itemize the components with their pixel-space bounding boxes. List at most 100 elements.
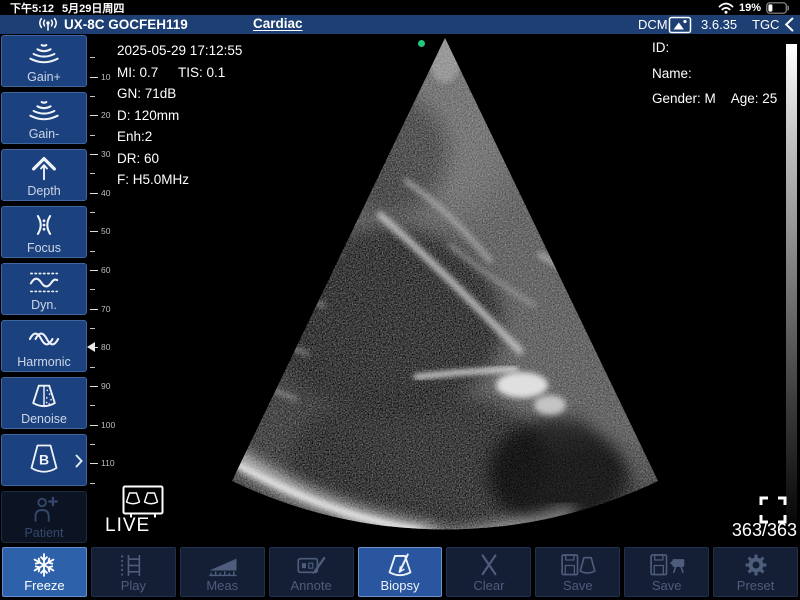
harmonic-waves-icon: [22, 323, 66, 355]
tgc-panel-toggle[interactable]: TGC: [752, 15, 794, 34]
gain-arcs-icon: [22, 95, 66, 127]
preset-tab-cardiac[interactable]: Cardiac: [253, 15, 303, 33]
depth-tick-label: 90: [101, 382, 110, 390]
ultrasound-app-screen: 下午5:12 5月29日周四 19%: [0, 0, 800, 600]
frequency-value: F: H5.0MHz: [117, 169, 242, 191]
depth-tick: [90, 386, 98, 387]
denoise-fan-icon: [22, 380, 66, 412]
preset-button[interactable]: Preset: [713, 547, 798, 597]
denoise-button[interactable]: Denoise: [1, 377, 87, 429]
depth-tick: [90, 444, 95, 445]
x-mark-icon: [469, 551, 509, 579]
depth-tick: [90, 154, 98, 155]
orientation-marker-dot: [418, 40, 425, 47]
live-status-label: LIVE: [105, 515, 150, 537]
depth-tick: [90, 425, 98, 426]
depth-tick: [90, 483, 95, 484]
play-button[interactable]: Play: [91, 547, 176, 597]
save-video-icon: [647, 551, 687, 579]
depth-tick-label: 110: [101, 459, 115, 467]
depth-tick: [90, 135, 95, 136]
acquisition-datetime: 2025-05-29 17:12:55: [117, 40, 242, 62]
save-video-button[interactable]: Save: [624, 547, 709, 597]
tis-value: TIS: 0.1: [178, 65, 225, 80]
depth-tick-label: 10: [101, 73, 110, 81]
focus-position-marker: [87, 342, 95, 352]
battery-icon: [766, 2, 790, 14]
b-mode-button[interactable]: B: [1, 434, 87, 486]
annote-button[interactable]: Annote: [269, 547, 354, 597]
depth-tick: [90, 77, 98, 78]
probe-wireless-icon: [36, 17, 60, 32]
depth-tick-label: 50: [101, 227, 110, 235]
depth-tick: [90, 251, 95, 252]
patient-button[interactable]: Patient: [1, 491, 87, 543]
clear-button[interactable]: Clear: [446, 547, 531, 597]
film-strip-icon: [113, 551, 153, 579]
app-header: UX-8C GOCFEH119 Cardiac DCM 3.6.35 TGC: [0, 15, 800, 34]
depth-tick-label: 60: [101, 266, 110, 274]
depth-tick: [90, 57, 95, 58]
depth-tick: [90, 289, 95, 290]
dynamic-range-button[interactable]: Dyn.: [1, 263, 87, 315]
gear-icon: [736, 551, 776, 579]
depth-tick-label: 40: [101, 189, 110, 197]
wifi-icon: [718, 2, 734, 14]
acquisition-info-overlay: 2025-05-29 17:12:55 MI: 0.7 TIS: 0.1 GN:…: [117, 40, 242, 191]
depth-tick: [90, 173, 95, 174]
focus-brackets-icon: [22, 209, 66, 241]
mi-value: MI: 0.7: [117, 65, 158, 80]
depth-tick: [90, 96, 95, 97]
depth-tick: [90, 328, 95, 329]
bottom-toolbar: Freeze Play: [0, 545, 800, 600]
patient-age: Age: 25: [731, 92, 778, 106]
b-mode-fan-icon: B: [22, 441, 66, 479]
depth-value: D: 120mm: [117, 105, 242, 127]
gain-plus-button[interactable]: Gain+: [1, 35, 87, 87]
depth-arrow-icon: [22, 152, 66, 184]
depth-tick-label: 100: [101, 421, 115, 429]
depth-tick-label: 30: [101, 150, 110, 158]
device-title: UX-8C GOCFEH119: [64, 15, 188, 34]
patient-gender: Gender: M: [652, 92, 716, 106]
battery-percent: 19%: [739, 2, 761, 14]
depth-tick-label: 80: [101, 343, 110, 351]
patient-id-label: ID:: [652, 41, 777, 55]
depth-tick: [90, 309, 98, 310]
b-mode-letter: B: [39, 452, 49, 468]
software-version: 3.6.35: [701, 15, 737, 34]
dcm-label[interactable]: DCM: [638, 15, 668, 34]
depth-tick: [90, 367, 95, 368]
depth-button[interactable]: Depth: [1, 149, 87, 201]
meas-button[interactable]: Meas: [180, 547, 265, 597]
note-pencil-icon: [291, 551, 331, 579]
chevron-left-icon: [784, 17, 794, 32]
dynamic-range-value: DR: 60: [117, 148, 242, 170]
status-date: 5月29日周四: [62, 0, 124, 16]
depth-tick-label: 20: [101, 111, 110, 119]
measure-ruler-icon: [202, 551, 242, 579]
dual-screen-compare-icon[interactable]: [122, 485, 164, 519]
depth-tick-label: 70: [101, 305, 110, 313]
depth-tick: [90, 463, 98, 464]
patient-name-label: Name:: [652, 67, 777, 81]
grayscale-reference-bar: [786, 44, 797, 522]
focus-button[interactable]: Focus: [1, 206, 87, 258]
save-image-button[interactable]: Save: [535, 547, 620, 597]
enhance-value: Enh:2: [117, 126, 242, 148]
biopsy-button[interactable]: Biopsy: [358, 547, 443, 597]
save-image-icon: [558, 551, 598, 579]
dcm-export-icon[interactable]: [668, 16, 693, 34]
gain-value: GN: 71dB: [117, 83, 242, 105]
gain-minus-button[interactable]: Gain-: [1, 92, 87, 144]
chevron-right-icon: [75, 454, 83, 468]
freeze-button[interactable]: Freeze: [2, 547, 87, 597]
patient-info-overlay: ID: Name: Gender: M Age: 25: [652, 41, 777, 118]
control-sidebar: Gain+ Gain- Depth: [0, 35, 88, 543]
gain-arcs-icon: [22, 38, 66, 70]
snowflake-icon: [24, 551, 64, 579]
depth-tick: [90, 115, 98, 116]
depth-tick: [90, 212, 95, 213]
depth-tick: [90, 193, 98, 194]
harmonic-button[interactable]: Harmonic: [1, 320, 87, 372]
